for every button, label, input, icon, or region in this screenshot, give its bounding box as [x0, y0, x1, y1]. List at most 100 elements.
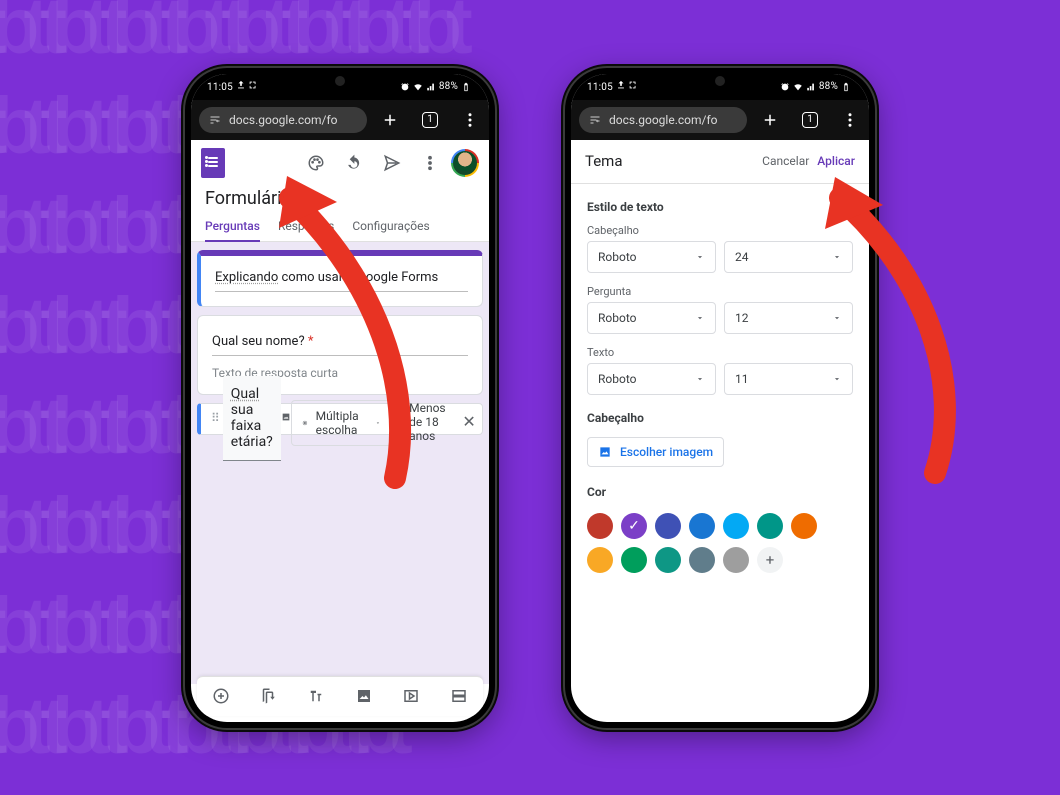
form-description-card[interactable]: Explicando como usar o Google Forms: [197, 250, 483, 307]
battery-icon: [461, 82, 471, 92]
cancel-button[interactable]: Cancelar: [762, 154, 809, 168]
add-question-button[interactable]: [205, 680, 237, 712]
drag-handle-icon[interactable]: ⠿: [211, 411, 223, 427]
tune-icon: [589, 114, 601, 126]
chevron-down-icon: [695, 313, 705, 323]
question-type-dropdown[interactable]: Múltipla escolha: [291, 400, 392, 446]
color-swatch[interactable]: [723, 513, 749, 539]
status-battery: 88%: [439, 81, 458, 92]
remove-option-button[interactable]: ✕: [462, 414, 475, 430]
tab-switcher-button[interactable]: 1: [793, 103, 827, 137]
color-swatch[interactable]: [791, 513, 817, 539]
question-type-label: Múltipla escolha: [316, 409, 367, 437]
status-time: 11:05: [207, 82, 233, 93]
add-video-button[interactable]: [395, 680, 427, 712]
header-size-dropdown[interactable]: 24: [724, 241, 853, 273]
tab-bar: Perguntas Respostas Configurações: [191, 213, 489, 242]
color-swatch[interactable]: [587, 547, 613, 573]
battery-icon: [841, 82, 851, 92]
form-body[interactable]: Explicando como usar o Google Forms Qual…: [191, 242, 489, 684]
more-button[interactable]: [413, 146, 447, 180]
screenshot-icon: [628, 80, 638, 90]
question-font-dropdown[interactable]: Roboto: [587, 302, 716, 334]
signal-icon: [806, 82, 816, 92]
color-swatch[interactable]: [655, 513, 681, 539]
image-icon: [598, 445, 612, 459]
signal-icon: [426, 82, 436, 92]
phone-screenshot-left: 11:05 88% docs.google.com/fo 1: [185, 68, 495, 728]
wifi-icon: [793, 82, 803, 92]
color-swatch[interactable]: [655, 547, 681, 573]
browser-menu-button[interactable]: [453, 103, 487, 137]
wifi-icon: [413, 82, 423, 92]
chevron-down-icon: [695, 374, 705, 384]
q2-title-input[interactable]: Qual sua faixa etária?: [223, 376, 281, 461]
header-font-dropdown[interactable]: Roboto: [587, 241, 716, 273]
url-bar[interactable]: docs.google.com/fo: [199, 107, 367, 133]
question-font-label: Pergunta: [587, 283, 853, 302]
add-title-button[interactable]: [300, 680, 332, 712]
upload-icon: [616, 80, 626, 90]
floating-toolbar: [197, 676, 483, 716]
alarm-icon: [780, 82, 790, 92]
tab-answers[interactable]: Respostas: [278, 213, 334, 241]
browser-toolbar: docs.google.com/fo 1: [191, 100, 489, 140]
color-swatch[interactable]: [587, 513, 613, 539]
tune-icon: [209, 114, 221, 126]
browser-toolbar: docs.google.com/fo 1: [571, 100, 869, 140]
q1-title[interactable]: Qual seu nome?: [212, 334, 308, 349]
color-swatch[interactable]: [723, 547, 749, 573]
send-button[interactable]: [375, 146, 409, 180]
color-swatch[interactable]: [689, 513, 715, 539]
screenshot-icon: [248, 80, 258, 90]
radio-icon: [302, 418, 308, 428]
url-text: docs.google.com/fo: [229, 113, 337, 127]
text-font-dropdown[interactable]: Roboto: [587, 363, 716, 395]
desc-word[interactable]: Explicando: [215, 270, 278, 285]
status-battery: 88%: [819, 81, 838, 92]
forms-header: [191, 140, 489, 186]
color-swatch[interactable]: [621, 547, 647, 573]
color-swatch[interactable]: [757, 513, 783, 539]
tab-count: 1: [802, 112, 818, 128]
phone-screenshot-right: 11:05 88% docs.google.com/fo 1 Tema: [565, 68, 875, 728]
add-image-button[interactable]: [348, 680, 380, 712]
choose-image-button[interactable]: Escolher imagem: [587, 437, 724, 467]
new-tab-button[interactable]: [753, 103, 787, 137]
camera-notch: [715, 76, 725, 86]
theme-body[interactable]: Estilo de texto Cabeçalho Roboto 24 Perg…: [571, 184, 869, 722]
new-tab-button[interactable]: [373, 103, 407, 137]
apply-button[interactable]: Aplicar: [817, 154, 855, 168]
browser-menu-button[interactable]: [833, 103, 867, 137]
status-time: 11:05: [587, 82, 613, 93]
add-section-button[interactable]: [443, 680, 475, 712]
color-swatch[interactable]: [621, 513, 647, 539]
chevron-down-icon: [695, 252, 705, 262]
theme-palette-button[interactable]: [299, 146, 333, 180]
question-card-2[interactable]: ⠿ Qual sua faixa etária? Múltipla escolh…: [197, 403, 483, 435]
chevron-down-icon: [832, 252, 842, 262]
alarm-icon: [400, 82, 410, 92]
tab-questions[interactable]: Perguntas: [205, 213, 260, 241]
color-swatch[interactable]: [689, 547, 715, 573]
theme-title: Tema: [585, 152, 623, 170]
option-row-1[interactable]: Menos de 18 anos ✕: [392, 391, 476, 447]
avatar[interactable]: [451, 149, 479, 177]
tab-switcher-button[interactable]: 1: [413, 103, 447, 137]
form-title[interactable]: Formulári: [191, 186, 489, 213]
url-bar[interactable]: docs.google.com/fo: [579, 107, 747, 133]
option-label[interactable]: Menos de 18 anos: [409, 401, 452, 443]
required-asterisk: *: [308, 334, 314, 349]
chevron-down-icon: [375, 418, 381, 428]
text-size-dropdown[interactable]: 11: [724, 363, 853, 395]
tab-settings[interactable]: Configurações: [352, 213, 429, 241]
add-color-button[interactable]: +: [757, 547, 783, 573]
forms-logo-icon: [201, 148, 225, 178]
undo-button[interactable]: [337, 146, 371, 180]
add-image-icon[interactable]: [281, 411, 291, 433]
header-section-label: Cabeçalho: [587, 407, 853, 433]
import-questions-button[interactable]: [252, 680, 284, 712]
theme-header: Tema Cancelar Aplicar: [571, 140, 869, 184]
question-size-dropdown[interactable]: 12: [724, 302, 853, 334]
tab-count: 1: [422, 112, 438, 128]
